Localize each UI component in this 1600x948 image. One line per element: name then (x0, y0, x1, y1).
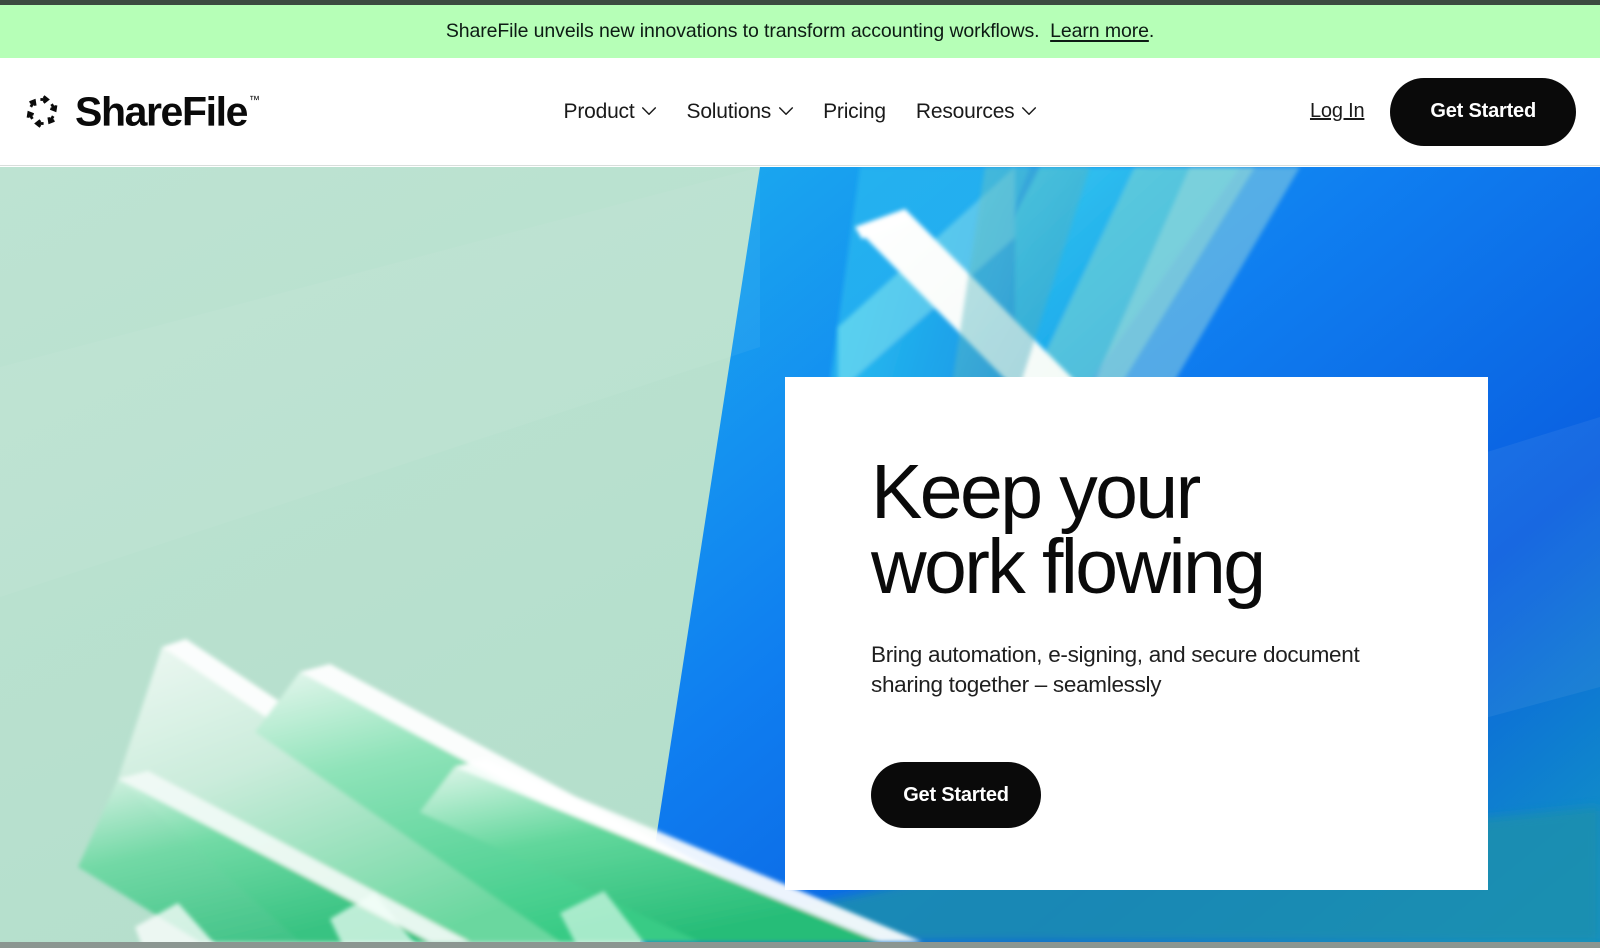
learn-more-link[interactable]: Learn more (1050, 20, 1149, 42)
nav-item-solutions[interactable]: Solutions (687, 100, 794, 124)
chevron-down-icon (778, 107, 793, 116)
announcement-period: . (1148, 20, 1155, 42)
nav-label-solutions: Solutions (686, 99, 772, 123)
browser-bottom-edge (0, 942, 1600, 948)
nav-label-pricing: Pricing (823, 99, 886, 123)
nav-label-resources: Resources (915, 99, 1015, 123)
hero-headline: Keep your work flowing (871, 449, 1266, 610)
sharefile-burst-icon (22, 92, 62, 132)
sharefile-logo[interactable]: ShareFile ™ (22, 91, 260, 132)
chevron-down-icon (1021, 107, 1036, 116)
hero-content-card: Keep your work flowing Bring automation,… (785, 377, 1488, 890)
announcement-banner: ShareFile unveils new innovations to tra… (0, 5, 1600, 58)
nav-item-product[interactable]: Product (564, 100, 657, 124)
log-in-link[interactable]: Log In (1310, 100, 1365, 123)
logo-trademark: ™ (248, 94, 260, 106)
logo-wordmark-wrap: ShareFile ™ (75, 91, 260, 132)
nav-label-product: Product (563, 99, 635, 123)
site-header: ShareFile ™ Product Solutions Pricing Re… (0, 58, 1600, 166)
hero-subheadline: Bring automation, e-signing, and secure … (871, 642, 1360, 698)
get-started-button-header[interactable]: Get Started (1390, 77, 1576, 146)
announcement-message: ShareFile unveils new innovations to tra… (445, 20, 1040, 42)
logo-wordmark: ShareFile (75, 88, 248, 134)
page-root: ShareFile unveils new innovations to tra… (0, 0, 1600, 948)
get-started-button-hero[interactable]: Get Started (871, 762, 1041, 829)
chevron-down-icon (641, 107, 657, 116)
main-nav: Product Solutions Pricing Resources (564, 100, 1037, 124)
header-actions: Log In Get Started (1310, 77, 1576, 146)
announcement-text: ShareFile unveils new innovations to tra… (446, 20, 1154, 43)
nav-item-resources[interactable]: Resources (916, 100, 1037, 124)
hero-section: Keep your work flowing Bring automation,… (0, 167, 1600, 942)
nav-item-pricing[interactable]: Pricing (823, 100, 886, 124)
